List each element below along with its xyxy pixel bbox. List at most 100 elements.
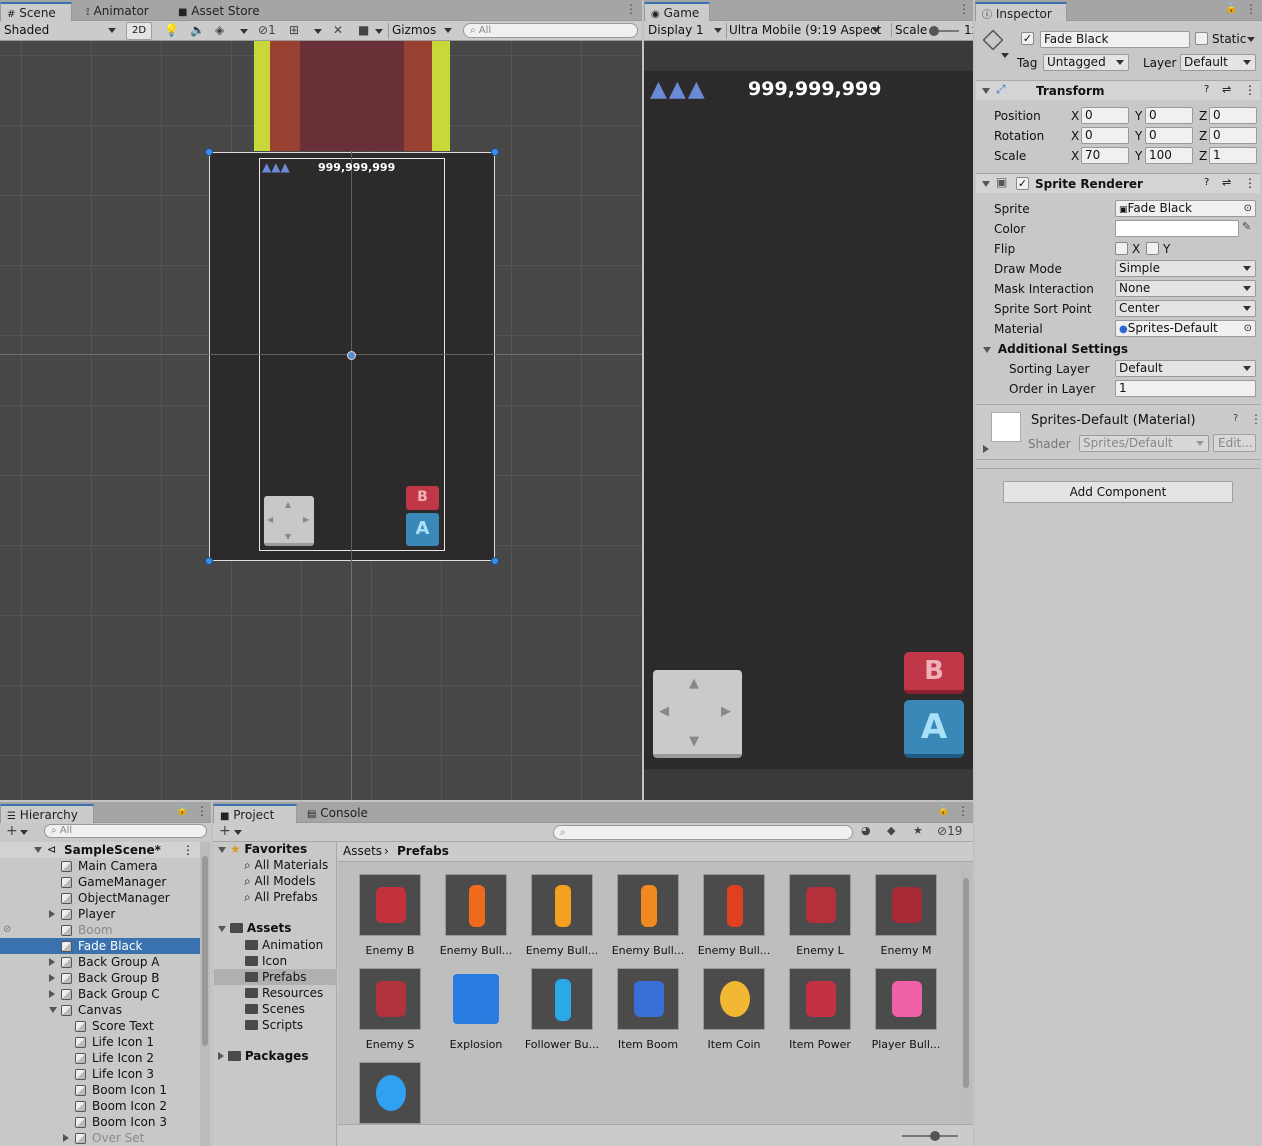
add-component-button[interactable]: Add Component <box>1003 481 1233 503</box>
more-menu-icon[interactable]: ⋮ <box>625 2 637 16</box>
folder-item[interactable]: Scripts <box>214 1017 337 1033</box>
aspect-dropdown[interactable]: Ultra Mobile (9:19 Aspect) <box>726 23 882 39</box>
object-picker-icon[interactable]: ⊙ <box>1244 201 1252 216</box>
scale-slider[interactable] <box>929 26 959 36</box>
packages-foldout[interactable]: Packages <box>218 1049 308 1063</box>
lock-icon[interactable]: 🔒 <box>937 805 949 816</box>
asset-tile[interactable]: Item Power <box>780 968 860 1051</box>
rotation-y-input[interactable]: 0 <box>1145 127 1193 144</box>
draw-mode-dropdown[interactable]: Simple <box>1115 260 1256 277</box>
sprite-field[interactable]: ▣Fade Black ⊙ <box>1115 200 1256 217</box>
chevron-down-icon[interactable] <box>375 29 383 34</box>
tab-hierarchy[interactable]: ☰ Hierarchy <box>0 804 94 823</box>
favorite-star-icon[interactable]: ★ <box>913 824 923 837</box>
static-checkbox[interactable] <box>1195 32 1208 45</box>
foldout-icon[interactable] <box>49 1007 57 1013</box>
foldout-icon[interactable] <box>63 1134 69 1142</box>
filter-by-type-icon[interactable]: ◕ <box>861 824 871 837</box>
scrollbar-thumb[interactable] <box>963 878 969 1088</box>
object-name-input[interactable]: Fade Black <box>1040 31 1190 48</box>
chevron-down-icon[interactable] <box>1247 37 1255 42</box>
sprite-renderer-header[interactable]: ▣ ✓ Sprite Renderer ? ⇌ ⋮ <box>976 173 1260 193</box>
filter-by-label-icon[interactable]: ◆ <box>887 824 895 837</box>
additional-settings-foldout[interactable]: Additional Settings <box>983 342 1128 356</box>
lock-icon[interactable]: 🔒 <box>176 805 188 816</box>
position-x-input[interactable]: 0 <box>1081 107 1129 124</box>
rotation-z-input[interactable]: 0 <box>1209 127 1257 144</box>
tab-game[interactable]: ◉ Game <box>644 2 710 21</box>
preset-icon[interactable]: ⇌ <box>1222 83 1231 96</box>
tag-dropdown[interactable]: Untagged <box>1043 54 1129 71</box>
scene-row[interactable]: ⊲ SampleScene* ⋮ <box>0 842 200 858</box>
asset-tile[interactable]: Enemy Bull... <box>694 874 774 957</box>
hierarchy-scrollbar[interactable] <box>200 842 210 1146</box>
hierarchy-row[interactable]: Back Group B <box>0 970 200 986</box>
scale-x-input[interactable]: 70 <box>1081 147 1129 164</box>
rotation-x-input[interactable]: 0 <box>1081 127 1129 144</box>
eyedropper-icon[interactable]: ✎ <box>1242 220 1251 233</box>
more-menu-icon[interactable]: ⋮ <box>957 804 969 818</box>
project-search-input[interactable]: ⌕ <box>553 825 853 840</box>
hierarchy-row[interactable]: Boom Icon 3 <box>0 1114 200 1130</box>
hierarchy-row[interactable]: Life Icon 3 <box>0 1066 200 1082</box>
chevron-down-icon[interactable] <box>1001 53 1009 58</box>
scale-z-input[interactable]: 1 <box>1209 147 1257 164</box>
flip-x-checkbox[interactable] <box>1115 242 1128 255</box>
more-menu-icon[interactable]: ⋮ <box>958 2 970 16</box>
light-icon[interactable]: 💡 <box>164 23 179 37</box>
hierarchy-row[interactable]: Over Set <box>0 1130 200 1146</box>
chevron-down-icon[interactable] <box>240 29 248 34</box>
position-z-input[interactable]: 0 <box>1209 107 1257 124</box>
scene-search-input[interactable]: ⌕ All <box>463 23 638 38</box>
grid-snap-icon[interactable]: ⊞ <box>289 23 299 37</box>
asset-scrollbar[interactable] <box>961 864 971 1124</box>
sprite-renderer-enabled-checkbox[interactable]: ✓ <box>1016 177 1029 190</box>
folder-item[interactable]: Resources <box>214 985 337 1001</box>
asset-tile[interactable]: Enemy Bull... <box>436 874 516 957</box>
more-menu-icon[interactable]: ⋮ <box>1244 83 1256 97</box>
asset-tile[interactable]: Enemy S <box>350 968 430 1051</box>
order-in-layer-input[interactable]: 1 <box>1115 380 1256 397</box>
asset-tile[interactable]: Follower Bu... <box>522 968 602 1051</box>
sprite-sort-point-dropdown[interactable]: Center <box>1115 300 1256 317</box>
shading-dropdown[interactable]: Shaded <box>4 23 120 39</box>
slider-thumb[interactable] <box>930 1131 940 1141</box>
foldout-icon[interactable] <box>49 958 55 966</box>
pivot-handle[interactable] <box>347 351 356 360</box>
help-icon[interactable]: ? <box>1204 177 1209 188</box>
tab-asset-store[interactable]: ■ Asset Store <box>172 2 266 21</box>
hierarchy-row[interactable]: Canvas <box>0 1002 200 1018</box>
favorite-item[interactable]: ⌕ All Materials <box>244 858 328 873</box>
resize-handle[interactable] <box>491 557 499 565</box>
asset-tile[interactable]: Enemy Bull... <box>608 874 688 957</box>
color-swatch[interactable] <box>1115 220 1239 237</box>
mask-interaction-dropdown[interactable]: None <box>1115 280 1256 297</box>
scale-y-input[interactable]: 100 <box>1145 147 1193 164</box>
hierarchy-row[interactable]: Life Icon 1 <box>0 1034 200 1050</box>
hierarchy-row[interactable]: Life Icon 2 <box>0 1050 200 1066</box>
asset-tile[interactable]: Enemy M <box>866 874 946 957</box>
hidden-objects-icon[interactable]: ⊘1 <box>258 23 276 37</box>
scene-viewport[interactable]: ▲ ▲ ▲ 999,999,999 ▲ ▼ ◀ ▶ B A <box>0 41 642 800</box>
resize-handle[interactable] <box>205 557 213 565</box>
material-field[interactable]: ●Sprites-Default ⊙ <box>1115 320 1256 337</box>
foldout-icon[interactable] <box>49 990 55 998</box>
folder-item[interactable]: Prefabs <box>214 969 337 985</box>
tab-project[interactable]: ■ Project <box>213 804 297 823</box>
chevron-down-icon[interactable] <box>234 830 242 835</box>
hierarchy-row[interactable]: Back Group A <box>0 954 200 970</box>
more-menu-icon[interactable]: ⋮ <box>1250 412 1262 426</box>
hidden-packages-icon[interactable]: ⊘19 <box>937 824 962 838</box>
icon-size-slider[interactable] <box>902 1131 958 1141</box>
asset-tile[interactable]: Enemy B <box>350 874 430 957</box>
folder-item[interactable]: Icon <box>214 953 337 969</box>
asset-tile[interactable] <box>350 1062 430 1132</box>
more-menu-icon[interactable]: ⋮ <box>196 804 208 818</box>
breadcrumb-assets[interactable]: Assets <box>343 844 382 858</box>
hierarchy-row[interactable]: Boom <box>0 922 200 938</box>
add-icon[interactable]: + <box>6 823 18 839</box>
assets-foldout[interactable]: Assets <box>218 921 291 935</box>
breadcrumb-prefabs[interactable]: Prefabs <box>397 844 449 858</box>
active-checkbox[interactable]: ✓ <box>1021 32 1034 45</box>
resize-handle[interactable] <box>491 148 499 156</box>
